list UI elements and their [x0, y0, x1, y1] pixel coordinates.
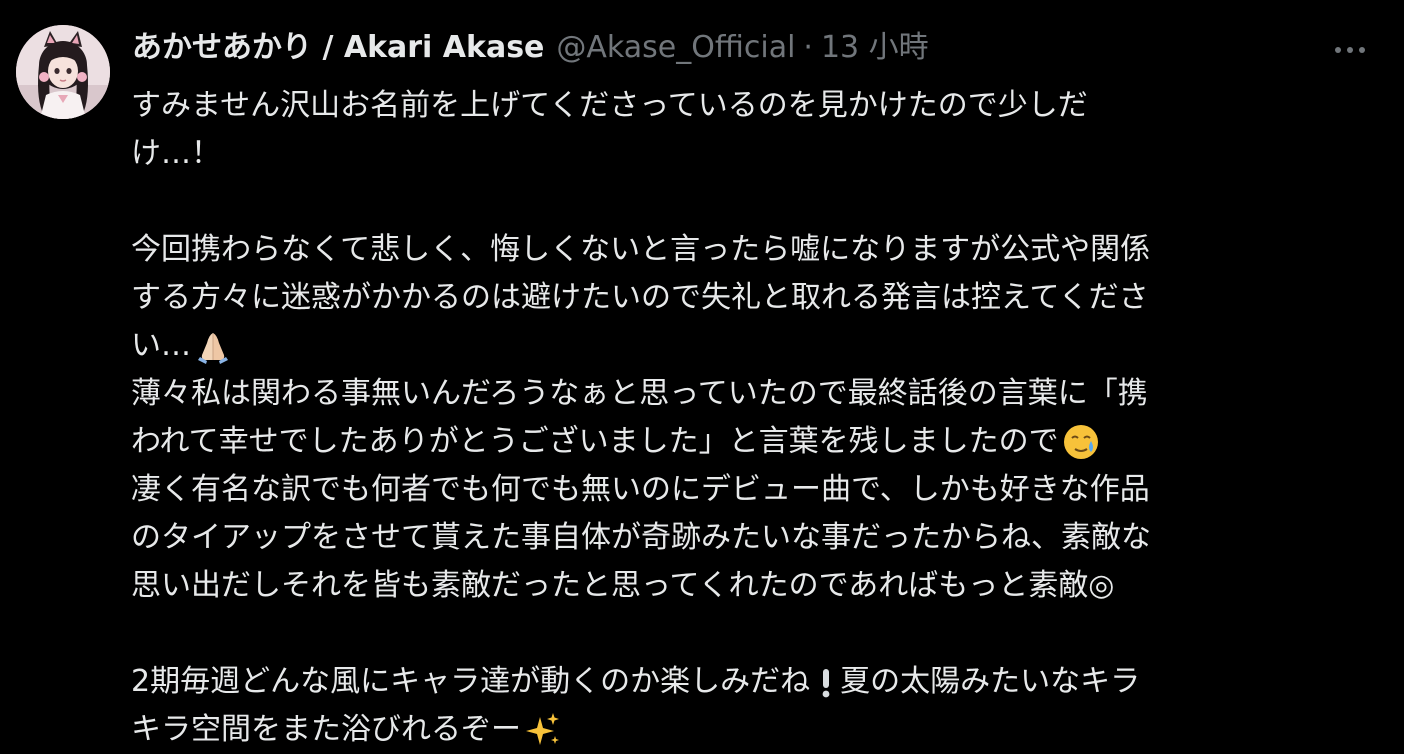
text-line: キラ空間をまた浴びれるぞー — [131, 706, 1371, 754]
timestamp[interactable]: 13 小時 — [821, 26, 929, 70]
paragraph-break — [131, 610, 1371, 658]
text-line: われて幸せでしたありがとうございました」と言葉を残しましたので — [131, 418, 1371, 466]
tweet: あかせあかり / Akari Akase @Akase_Official · 1… — [0, 0, 1404, 752]
text-line: 薄々私は関わる事無いんだろうなぁと思っていたので最終話後の言葉に「携 — [131, 376, 1148, 411]
face-holding-back-tears-icon — [1061, 422, 1101, 462]
text-line: すみません沢山お名前を上げてくださっているのを見かけたので少しだ — [131, 88, 1088, 123]
separator-dot: · — [803, 30, 813, 65]
tweet-text: すみません沢山お名前を上げてくださっているのを見かけたので少しだ け…！ 今回携… — [131, 82, 1371, 754]
text-line: 2期毎週どんな風にキャラ達が動くのか楽しみだね 夏の太陽みたいなキラ — [131, 658, 1371, 706]
more-horizontal-icon — [1332, 47, 1368, 53]
sparkles-icon — [523, 710, 563, 750]
text-line: 今回携わらなくて悲しく、悔しくないと言ったら嘘になりますが公式や関係 — [131, 232, 1151, 267]
text-line: い… — [131, 322, 1371, 370]
praying-hands-icon — [193, 326, 233, 366]
display-name[interactable]: あかせあかり / Akari Akase — [132, 26, 544, 70]
paragraph-break — [131, 178, 1371, 226]
exclamation-icon — [812, 662, 840, 702]
handle[interactable]: @Akase_Official — [556, 26, 795, 70]
text-line: 思い出だしそれを皆も素敵だったと思ってくれたのであればもっと素敵◎ — [131, 568, 1115, 603]
more-options-button[interactable] — [1326, 30, 1374, 70]
text-line: け…！ — [131, 136, 221, 171]
avatar[interactable] — [16, 25, 110, 119]
tweet-header: あかせあかり / Akari Akase @Akase_Official · 1… — [132, 26, 929, 70]
text-line: する方々に迷惑がかかるのは避けたいので失礼と取れる発言は控えてくださ — [131, 280, 1149, 315]
text-line: 凄く有名な訳でも何者でも何でも無いのにデビュー曲で、しかも好きな作品 — [131, 472, 1150, 507]
text-line: のタイアップをさせて貰えた事自体が奇跡みたいな事だったからね、素敵な — [131, 520, 1151, 555]
